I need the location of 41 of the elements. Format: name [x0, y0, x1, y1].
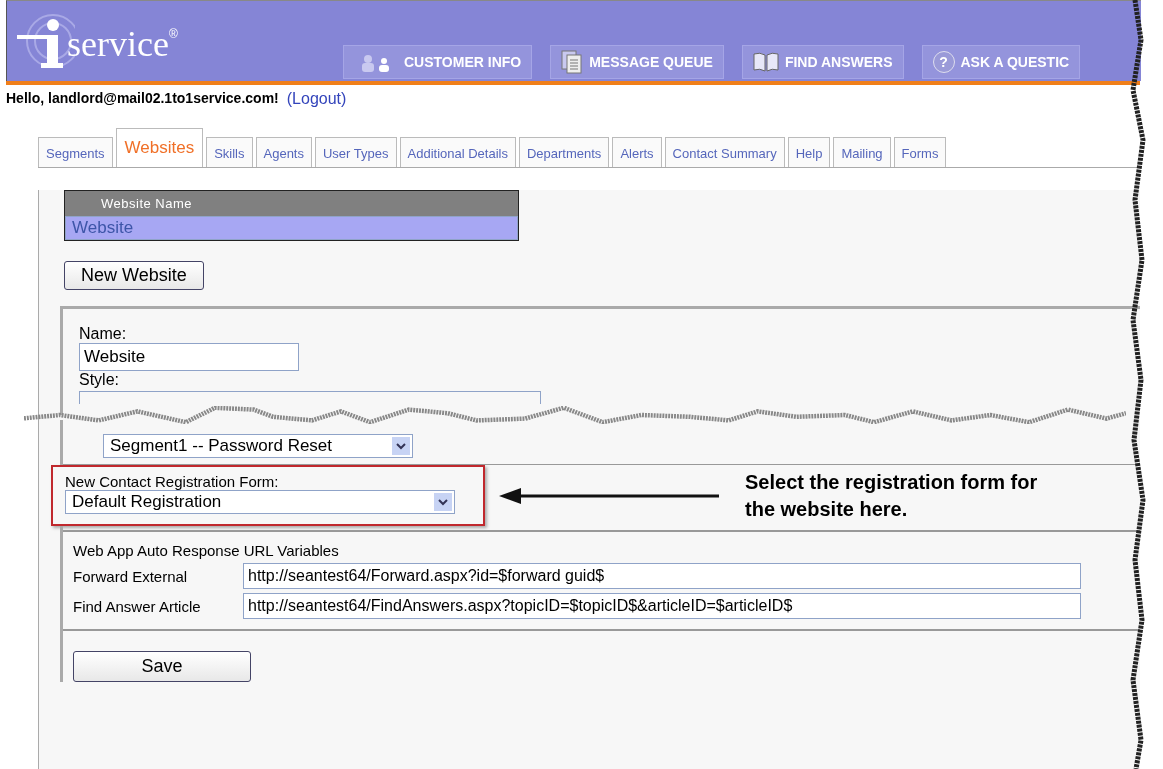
- table-row[interactable]: Website: [65, 216, 518, 240]
- nav-button[interactable]: FIND ANSWERS: [741, 45, 904, 79]
- tab[interactable]: Forms: [893, 137, 947, 167]
- nav-button[interactable]: CUSTOMER INFO: [343, 45, 533, 79]
- tab[interactable]: Segments: [38, 137, 113, 167]
- nav-button[interactable]: MESSAGE QUEUE: [550, 45, 724, 79]
- tab[interactable]: Websites: [115, 128, 204, 167]
- registration-dropdown[interactable]: Default Registration: [65, 490, 455, 514]
- tab[interactable]: Skills: [206, 137, 253, 167]
- name-label: Name:: [79, 325, 128, 343]
- column-header: Website Name: [65, 191, 518, 216]
- style-dropdown[interactable]: [79, 391, 541, 404]
- help-icon: ?: [932, 51, 955, 73]
- tab[interactable]: Alerts: [612, 137, 662, 167]
- section-title: Web App Auto Response URL Variables: [73, 542, 340, 559]
- name-field[interactable]: Website: [79, 343, 299, 371]
- tab[interactable]: Departments: [518, 137, 610, 167]
- new-website-button[interactable]: New Website: [64, 261, 204, 290]
- registered-mark: ®: [168, 27, 178, 41]
- registration-label: New Contact Registration Form:: [65, 473, 280, 490]
- url-field[interactable]: http://seantest64/FindAnswers.aspx?topicID=$topicID$&articleID=$articleID$: [243, 593, 1081, 619]
- style-label: Style:: [79, 371, 120, 389]
- segment-dropdown[interactable]: Segment1 -- Password Reset: [103, 434, 413, 458]
- save-button[interactable]: Save: [73, 651, 251, 682]
- greeting-text: Hello, landlord@mail02.1to1service.com!: [6, 90, 279, 108]
- callout-text: Select the registration form for the website here.: [745, 469, 1039, 522]
- logo-text: service: [67, 23, 169, 65]
- tab[interactable]: Agents: [255, 137, 312, 167]
- logout-link[interactable]: (Logout): [286, 90, 347, 108]
- tab[interactable]: Help: [787, 137, 831, 167]
- url-field[interactable]: http://seantest64/Forward.aspx?id=$forward guid$: [243, 563, 1081, 589]
- arrow-icon: [499, 487, 719, 504]
- url-label: Forward External: [73, 567, 189, 585]
- book-icon: [752, 52, 779, 72]
- tab[interactable]: Contact Summary: [664, 137, 785, 167]
- tab[interactable]: Additional Details: [399, 137, 516, 167]
- tab[interactable]: User Types: [315, 137, 397, 167]
- tab[interactable]: Mailing: [833, 137, 891, 167]
- documents-icon: [561, 50, 584, 74]
- nav-button[interactable]: ? ASK A QUESTIC: [921, 45, 1081, 79]
- url-label: Find Answer Article: [73, 597, 202, 615]
